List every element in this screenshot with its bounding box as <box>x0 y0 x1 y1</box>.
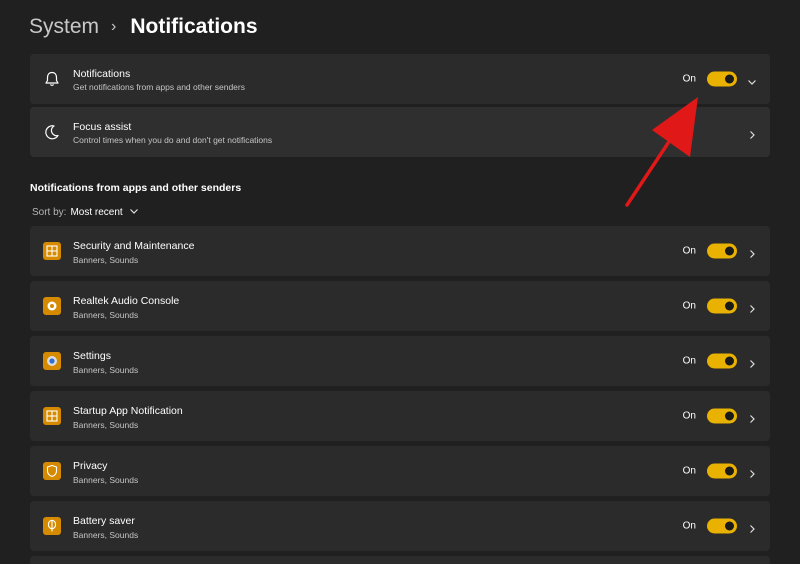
focus-assist-card[interactable]: Focus assist Control times when you do a… <box>30 107 770 157</box>
chevron-right-icon[interactable] <box>747 246 757 258</box>
chevron-right-icon[interactable] <box>747 521 757 533</box>
toggle-knob <box>725 521 734 531</box>
app-toggle[interactable] <box>707 408 737 424</box>
app-row-privacy[interactable]: Privacy Banners, Sounds On <box>30 446 770 496</box>
app-status: On <box>682 245 696 257</box>
toggle-knob <box>725 356 734 366</box>
privacy-shield-icon <box>43 462 61 480</box>
chevron-right-icon[interactable] <box>747 411 757 423</box>
sort-dropdown[interactable]: Sort by: Most recent <box>32 206 139 219</box>
breadcrumb: System › Notifications <box>29 12 258 42</box>
notifications-title: Notifications <box>73 68 131 80</box>
app-detail: Banners, Sounds <box>73 420 139 430</box>
apps-section-title: Notifications from apps and other sender… <box>30 182 242 194</box>
toggle-knob <box>725 466 734 476</box>
toggle-knob <box>725 301 734 311</box>
notifications-status: On <box>682 73 696 85</box>
app-toggle[interactable] <box>707 463 737 479</box>
app-detail: Banners, Sounds <box>73 310 139 320</box>
app-status: On <box>682 410 696 422</box>
settings-gear-icon <box>43 352 61 370</box>
toggle-knob <box>725 74 734 84</box>
app-detail: Banners, Sounds <box>73 530 139 540</box>
app-name: Startup App Notification <box>73 405 183 417</box>
app-row-settings[interactable]: Settings Banners, Sounds On <box>30 336 770 386</box>
app-row-security-maintenance[interactable]: Security and Maintenance Banners, Sounds… <box>30 226 770 276</box>
notifications-toggle[interactable] <box>707 71 737 87</box>
app-toggle[interactable] <box>707 353 737 369</box>
focus-assist-title: Focus assist <box>73 121 132 133</box>
breadcrumb-separator: › <box>111 18 117 35</box>
app-row-realtek-audio[interactable]: Realtek Audio Console Banners, Sounds On <box>30 281 770 331</box>
chevron-down-icon[interactable] <box>129 206 139 219</box>
app-status: On <box>682 355 696 367</box>
app-status: On <box>682 520 696 532</box>
notifications-card[interactable]: Notifications Get notifications from app… <box>30 54 770 104</box>
app-name: Security and Maintenance <box>73 240 195 252</box>
chevron-right-icon[interactable] <box>747 301 757 313</box>
app-name: Privacy <box>73 460 108 472</box>
app-toggle[interactable] <box>707 518 737 534</box>
app-name: Realtek Audio Console <box>73 295 180 307</box>
startup-app-icon <box>43 407 61 425</box>
chevron-down-icon[interactable] <box>747 74 757 85</box>
bell-icon <box>43 70 61 88</box>
app-detail: Banners, Sounds <box>73 255 139 265</box>
app-row-partial[interactable] <box>30 556 770 564</box>
moon-icon <box>43 123 61 141</box>
battery-saver-icon <box>43 517 61 535</box>
security-maintenance-icon <box>43 242 61 260</box>
app-status: On <box>682 300 696 312</box>
breadcrumb-system-link[interactable]: System <box>29 15 99 39</box>
toggle-knob <box>725 246 734 256</box>
realtek-audio-icon <box>43 297 61 315</box>
app-name: Settings <box>73 350 111 362</box>
chevron-right-icon[interactable] <box>747 466 757 478</box>
app-row-battery-saver[interactable]: Battery saver Banners, Sounds On <box>30 501 770 551</box>
app-row-startup-app[interactable]: Startup App Notification Banners, Sounds… <box>30 391 770 441</box>
app-detail: Banners, Sounds <box>73 365 139 375</box>
sort-label: Sort by: <box>32 207 67 218</box>
app-detail: Banners, Sounds <box>73 475 139 485</box>
notifications-description: Get notifications from apps and other se… <box>73 82 245 92</box>
app-status: On <box>682 465 696 477</box>
chevron-right-icon[interactable] <box>747 356 757 368</box>
page-title: Notifications <box>130 15 258 38</box>
app-toggle[interactable] <box>707 298 737 314</box>
app-toggle[interactable] <box>707 243 737 259</box>
toggle-knob <box>725 411 734 421</box>
chevron-right-icon[interactable] <box>747 127 757 139</box>
focus-assist-description: Control times when you do and don't get … <box>73 135 273 145</box>
app-name: Battery saver <box>73 515 135 527</box>
sort-value[interactable]: Most recent <box>70 207 122 218</box>
